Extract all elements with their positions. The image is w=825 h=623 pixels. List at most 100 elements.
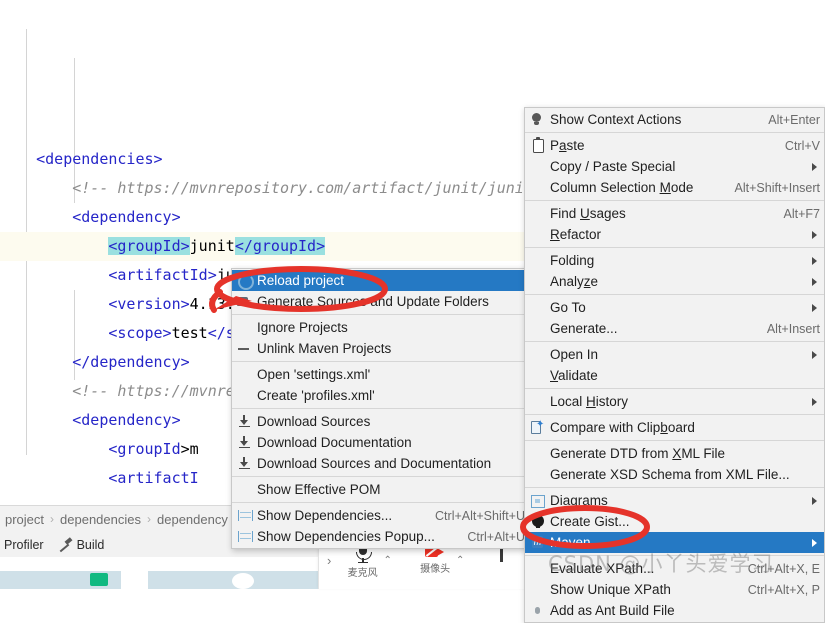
- menu-item-show-dependencies-popup[interactable]: Show Dependencies Popup... Ctrl+Alt+U: [232, 526, 529, 547]
- menu-item-download-documentation[interactable]: Download Documentation: [232, 432, 529, 453]
- menu-item-label: Show Context Actions: [550, 112, 682, 127]
- microphone-label: 麦克风: [347, 568, 378, 579]
- menu-item-label: Column Selection Mode: [550, 180, 694, 195]
- menu-item-folding[interactable]: Folding: [525, 250, 824, 271]
- editor-context-menu[interactable]: Show Context Actions Alt+Enter Paste Ctrl+V…: [524, 107, 825, 623]
- menu-separator: [525, 414, 824, 415]
- menu-item-generate[interactable]: Generate... Alt+Insert: [525, 318, 824, 339]
- menu-separator: [525, 200, 824, 201]
- menu-item-generate-xsd-schema-from-xml-file[interactable]: Generate XSD Schema from XML File...: [525, 464, 824, 485]
- menu-item-label: Show Dependencies Popup...: [257, 529, 435, 544]
- microphone-expand-icon[interactable]: ⌃: [384, 555, 392, 566]
- profiler-label: Profiler: [4, 537, 44, 552]
- menu-item-show-unique-xpath[interactable]: Show Unique XPath Ctrl+Alt+X, P: [525, 579, 824, 600]
- menu-item-unlink-maven-projects[interactable]: Unlink Maven Projects: [232, 338, 529, 359]
- minus-icon: [232, 338, 257, 359]
- breadcrumb-item-dependency[interactable]: dependency: [154, 512, 231, 527]
- menu-item-shortcut: Ctrl+Alt+Shift+U: [435, 508, 525, 523]
- menu-item-copy-paste-special[interactable]: Copy / Paste Special: [525, 156, 824, 177]
- menu-item-generate-dtd-from-xml-file[interactable]: Generate DTD from XML File: [525, 443, 824, 464]
- menu-item-show-dependencies[interactable]: Show Dependencies... Ctrl+Alt+Shift+U: [232, 505, 529, 526]
- menu-item-icon-placeholder: [525, 224, 550, 245]
- menu-item-add-as-ant-build-file[interactable]: Add as Ant Build File: [525, 600, 824, 621]
- menu-item-icon-placeholder: [525, 443, 550, 464]
- menu-item-reload-project[interactable]: Reload project: [232, 270, 529, 291]
- menu-item-icon-placeholder: [525, 464, 550, 485]
- menu-item-label: Validate: [550, 368, 598, 383]
- menu-item-ignore-projects[interactable]: Ignore Projects: [232, 317, 529, 338]
- menu-item-label: Copy / Paste Special: [550, 159, 676, 174]
- collapse-chevron-icon[interactable]: ›: [327, 553, 331, 568]
- statusbar-build[interactable]: Build: [58, 538, 105, 552]
- xml-tag: </dependency>: [72, 353, 190, 371]
- download-icon: [232, 411, 257, 432]
- menu-item-icon-placeholder: [525, 344, 550, 365]
- lightbulb-icon: [525, 109, 550, 130]
- menu-separator: [525, 341, 824, 342]
- breadcrumb-item-dependencies[interactable]: dependencies: [57, 512, 144, 527]
- menu-item-label: Ignore Projects: [257, 320, 348, 335]
- menu-separator: [525, 487, 824, 488]
- breadcrumb-item-project[interactable]: project: [2, 512, 47, 527]
- xml-text: test: [171, 324, 208, 342]
- build-label: Build: [76, 537, 105, 552]
- menu-separator: [525, 294, 824, 295]
- camera-expand-icon[interactable]: ⌃: [456, 555, 464, 566]
- menu-item-open-settings-xml[interactable]: Open 'settings.xml': [232, 364, 529, 385]
- xml-tag: <artifactId>: [108, 266, 217, 284]
- menu-item-label: Show Dependencies...: [257, 508, 393, 523]
- xml-tag: <dependency>: [72, 411, 181, 429]
- menu-item-icon-placeholder: [525, 391, 550, 412]
- menu-item-label: Generate Sources and Update Folders: [257, 294, 489, 309]
- menu-item-shortcut: Alt+Enter: [768, 112, 820, 127]
- menu-item-paste[interactable]: Paste Ctrl+V: [525, 135, 824, 156]
- menu-item-shortcut: Ctrl+V: [784, 138, 820, 153]
- menu-item-label: Evaluate XPath...: [550, 561, 655, 576]
- maven-submenu[interactable]: Reload project Generate Sources and Updat…: [231, 268, 530, 549]
- menu-item-analyze[interactable]: Analyze: [525, 271, 824, 292]
- menu-item-refactor[interactable]: Refactor: [525, 224, 824, 245]
- menu-item-local-history[interactable]: Local History: [525, 391, 824, 412]
- menu-item-label: Unlink Maven Projects: [257, 341, 392, 356]
- selected-xml-tag: </groupId>: [234, 237, 326, 255]
- menu-item-icon-placeholder: [232, 385, 257, 406]
- menu-item-evaluate-xpath[interactable]: Evaluate XPath... Ctrl+Alt+X, E: [525, 558, 824, 579]
- menu-item-create-profiles-xml[interactable]: Create 'profiles.xml': [232, 385, 529, 406]
- menu-item-label: Open In: [550, 347, 599, 362]
- menu-separator: [525, 388, 824, 389]
- menu-item-validate[interactable]: Validate: [525, 365, 824, 386]
- xml-tag: <dependency>: [72, 208, 181, 226]
- diagram-icon: [525, 490, 550, 511]
- menu-item-show-effective-pom[interactable]: Show Effective POM: [232, 479, 529, 500]
- menu-item-shortcut: Ctrl+Alt+X, E: [747, 561, 820, 576]
- menu-item-open-in[interactable]: Open In: [525, 344, 824, 365]
- menu-item-go-to[interactable]: Go To: [525, 297, 824, 318]
- submenu-arrow-icon: [812, 304, 817, 312]
- menu-item-compare-with-clipboard[interactable]: ✦ Compare with Clipboard: [525, 417, 824, 438]
- menu-item-icon-placeholder: [525, 156, 550, 177]
- menu-item-download-sources[interactable]: Download Sources: [232, 411, 529, 432]
- menu-item-maven[interactable]: m Maven: [525, 532, 824, 553]
- taskbar-icon-green[interactable]: [88, 571, 112, 589]
- menu-item-icon-placeholder: [232, 479, 257, 500]
- menu-item-download-sources-and-documentation[interactable]: Download Sources and Documentation: [232, 453, 529, 474]
- menu-item-create-gist[interactable]: Create Gist...: [525, 511, 824, 532]
- menu-item-generate-sources-and-update-folders[interactable]: Generate Sources and Update Folders: [232, 291, 529, 312]
- menu-item-find-usages[interactable]: Find Usages Alt+F7: [525, 203, 824, 224]
- menu-item-show-context-actions[interactable]: Show Context Actions Alt+Enter: [525, 109, 824, 130]
- xml-tag: <dependencies>: [36, 150, 163, 168]
- menu-item-label: Diagrams: [550, 493, 608, 508]
- taskbar-icon-white[interactable]: [230, 571, 256, 589]
- menu-item-icon-placeholder: [525, 271, 550, 292]
- menu-item-diagrams[interactable]: Diagrams: [525, 490, 824, 511]
- menu-item-label: Generate XSD Schema from XML File...: [550, 467, 790, 482]
- xml-text: >m: [180, 440, 199, 458]
- menu-item-column-selection-mode[interactable]: Column Selection Mode Alt+Shift+Insert: [525, 177, 824, 198]
- menu-item-label: Show Unique XPath: [550, 582, 671, 597]
- statusbar-profiler[interactable]: Profiler: [4, 538, 44, 552]
